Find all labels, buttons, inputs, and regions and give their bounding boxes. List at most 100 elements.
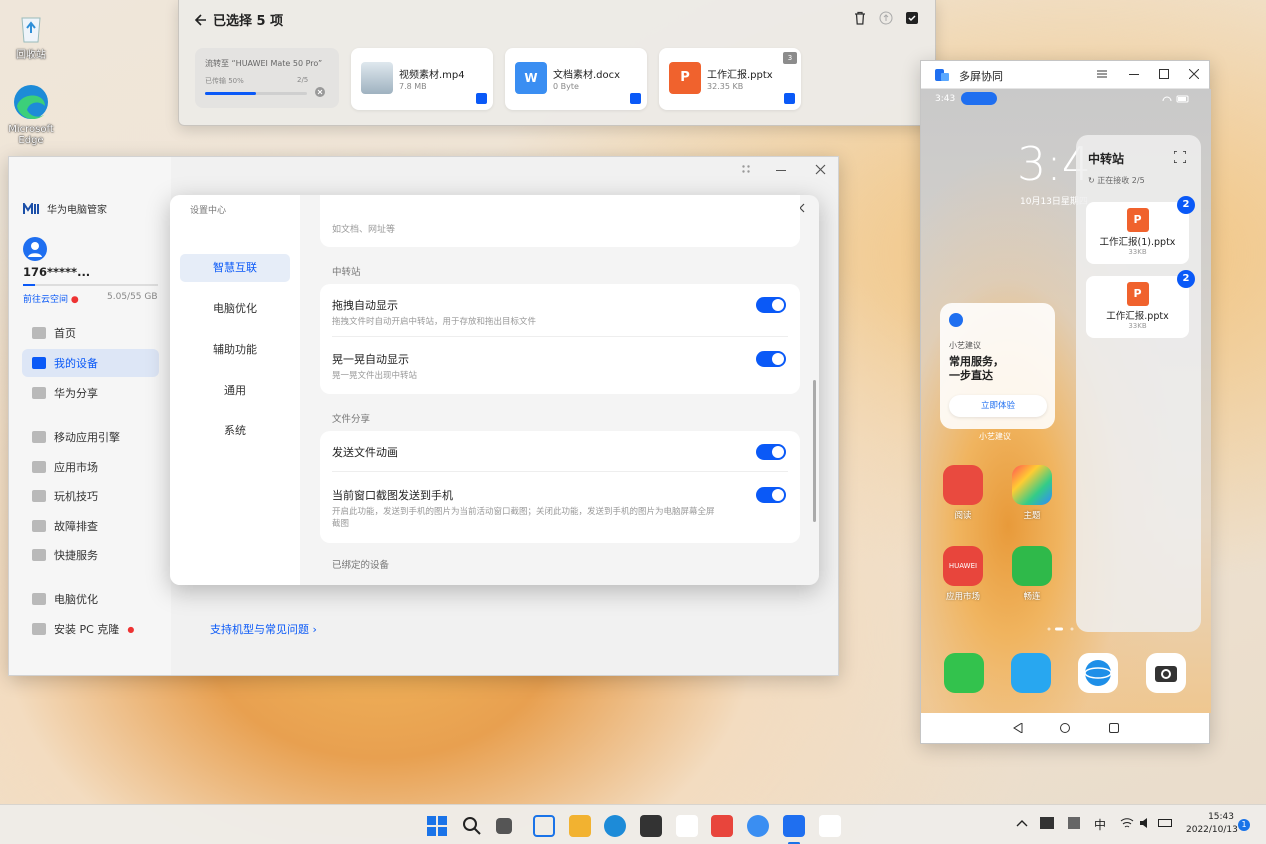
- nav-item-0[interactable]: 首页: [22, 319, 159, 347]
- app-themes[interactable]: 主题: [1006, 465, 1058, 521]
- cancel-transfer-icon[interactable]: [315, 87, 325, 97]
- minimize-button[interactable]: [776, 170, 786, 171]
- user-account: 176*****...: [23, 265, 91, 279]
- notification-badge[interactable]: 1: [1238, 819, 1250, 831]
- file-checkbox[interactable]: [476, 93, 487, 104]
- app-meetime[interactable]: 畅连: [1006, 546, 1058, 602]
- file-checkbox[interactable]: [784, 93, 795, 104]
- nav-item-icon: [32, 593, 46, 605]
- file-checkbox[interactable]: [630, 93, 641, 104]
- edge-taskbar-icon[interactable]: [604, 815, 626, 837]
- share-icon[interactable]: [879, 11, 893, 25]
- app-reading[interactable]: 阅读: [937, 465, 989, 521]
- relay-file-badge: 2: [1177, 270, 1195, 288]
- wifi-icon[interactable]: [1120, 817, 1134, 829]
- clock-date: 2022/10/13: [1186, 825, 1238, 835]
- file-share-card: 发送文件动画 当前窗口截图发送到手机 开启此功能，发送到手机的图片为当前活动窗口截…: [320, 431, 800, 543]
- dock-phone-icon[interactable]: [944, 653, 984, 693]
- nav-recents-icon[interactable]: [1109, 723, 1119, 733]
- widgets-icon[interactable]: [533, 815, 555, 837]
- nav-item-7[interactable]: 快捷服务: [22, 541, 159, 569]
- pc-manager-taskbar-icon[interactable]: [676, 815, 698, 837]
- setting-shake-auto-show: 晃一晃自动显示 晃一晃文件出现中转站: [332, 351, 788, 382]
- selection-title: 已选择 5 项: [213, 14, 284, 29]
- file-card-docx[interactable]: W 文档素材.docx 0 Byte: [505, 48, 647, 110]
- appgallery-taskbar-icon[interactable]: [711, 815, 733, 837]
- file-card-video[interactable]: 视频素材.mp4 7.8 MB: [351, 48, 493, 110]
- huawei-share-icon[interactable]: [819, 815, 841, 837]
- nav-item-label: 应用市场: [54, 461, 98, 474]
- back-icon[interactable]: [193, 13, 207, 27]
- nav-item-icon: [32, 357, 46, 369]
- dock-camera-icon[interactable]: [1146, 653, 1186, 693]
- nav-back-icon[interactable]: [1013, 723, 1023, 733]
- taskbar: 中 15:43 2022/10/13 1: [0, 804, 1266, 844]
- shake-auto-show-toggle[interactable]: [756, 351, 786, 367]
- cloud-icon[interactable]: [747, 815, 769, 837]
- nav-item-9[interactable]: 安装 PC 克隆 ●: [22, 615, 159, 643]
- settings-nav-accessibility[interactable]: 辅助功能: [180, 336, 290, 364]
- relay-station-panel[interactable]: 中转站 ↻ 正在接收 2/5 P 工作汇报(1).pptx 33KB 2 P 工…: [1076, 135, 1201, 632]
- phone-close-button[interactable]: [1189, 69, 1199, 79]
- relay-file-card[interactable]: P 工作汇报(1).pptx 33KB 2: [1086, 196, 1195, 264]
- start-icon[interactable]: [426, 815, 448, 837]
- trash-icon[interactable]: [853, 11, 867, 25]
- settings-scrollbar[interactable]: [813, 380, 816, 522]
- drag-handle-icon[interactable]: [742, 165, 750, 173]
- settings-nav-smart-connect[interactable]: 智慧互联: [180, 254, 290, 282]
- clock[interactable]: 15:43 2022/10/13: [1186, 811, 1238, 837]
- relay-expand-icon[interactable]: [1174, 151, 1186, 163]
- avatar[interactable]: [23, 237, 47, 261]
- cloud-space-link[interactable]: 前往云空间 ●: [23, 292, 79, 305]
- multi-screen-taskbar-icon[interactable]: [783, 815, 805, 837]
- nav-item-8[interactable]: 电脑优化: [22, 585, 159, 613]
- settings-title: 设置中心: [190, 206, 227, 216]
- relay-file-card[interactable]: P 工作汇报.pptx 33KB 2: [1086, 270, 1195, 338]
- tray-chevron-icon[interactable]: [1016, 818, 1028, 828]
- send-animation-toggle[interactable]: [756, 444, 786, 460]
- tray-pc-manager-icon[interactable]: [1040, 817, 1054, 829]
- nav-item-4[interactable]: 应用市场: [22, 453, 159, 481]
- widget-label: 小艺建议: [949, 341, 981, 350]
- search-icon[interactable]: [461, 815, 483, 837]
- manager-app-name: 华为电脑管家: [47, 205, 107, 216]
- edge-shortcut[interactable]: Microsoft Edge: [7, 82, 55, 146]
- nav-item-6[interactable]: 故障排查: [22, 512, 159, 540]
- dock-browser-icon[interactable]: [1078, 653, 1118, 693]
- suggestion-widget[interactable]: 小艺建议 常用服务， 一步直达 立即体验: [940, 303, 1055, 429]
- settings-nav-system[interactable]: 系统: [180, 417, 290, 445]
- nav-item-3[interactable]: 移动应用引擎: [22, 423, 159, 451]
- store-icon[interactable]: [640, 815, 662, 837]
- settings-nav-general[interactable]: 通用: [180, 377, 290, 405]
- select-all-icon[interactable]: [905, 11, 919, 25]
- phone-minimize-button[interactable]: [1129, 74, 1139, 75]
- ime-indicator[interactable]: 中: [1094, 816, 1106, 833]
- nav-item-1[interactable]: 我的设备: [22, 349, 159, 377]
- app-appgallery[interactable]: HUAWEI 应用市场: [937, 546, 989, 602]
- explorer-icon[interactable]: [569, 815, 591, 837]
- window-screenshot-toggle[interactable]: [756, 487, 786, 503]
- drag-auto-show-toggle[interactable]: [756, 297, 786, 313]
- nav-item-5[interactable]: 玩机技巧: [22, 482, 159, 510]
- recycle-bin-shortcut[interactable]: 回收站: [7, 8, 55, 61]
- task-view-icon[interactable]: [496, 818, 512, 834]
- page-indicator: [1047, 627, 1075, 631]
- ppt-icon: P: [1126, 208, 1149, 232]
- dock-messages-icon[interactable]: [1011, 653, 1051, 693]
- battery-icon[interactable]: [1158, 819, 1172, 827]
- file-card-pptx[interactable]: P 工作汇报.pptx 32.35 KB 3: [659, 48, 801, 110]
- progress-track: [205, 92, 307, 95]
- recycle-bin-label: 回收站: [16, 50, 46, 61]
- support-link[interactable]: 支持机型与常见问题 ›: [210, 621, 317, 637]
- volume-icon[interactable]: [1139, 817, 1153, 829]
- progress-card: 流转至 “HUAWEI Mate 50 Pro” 已传输 50% 2/5: [195, 48, 339, 108]
- widget-try-button[interactable]: 立即体验: [949, 395, 1047, 417]
- menu-icon[interactable]: [1097, 69, 1107, 79]
- settings-nav-optimize[interactable]: 电脑优化: [180, 295, 290, 323]
- close-button[interactable]: [815, 164, 826, 175]
- nav-item-2[interactable]: 华为分享: [22, 379, 159, 407]
- reading-icon: [943, 465, 983, 505]
- tray-switch-icon[interactable]: [1068, 817, 1080, 829]
- nav-home-icon[interactable]: [1060, 723, 1070, 733]
- phone-maximize-button[interactable]: [1159, 69, 1169, 79]
